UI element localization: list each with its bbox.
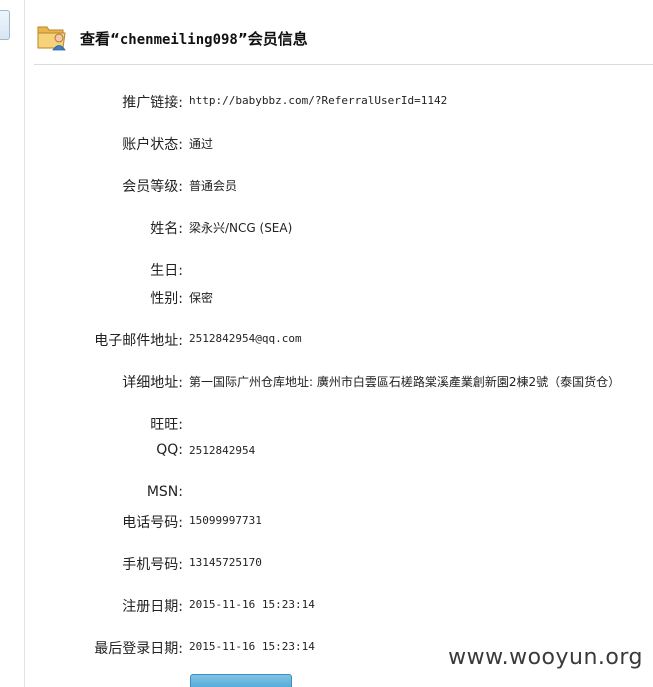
field-value: 保密 <box>189 291 214 305</box>
field-row: QQ: 2512842954 <box>0 442 653 462</box>
field-row: 详细地址: 第一国际广州仓库地址: 廣州市白雲區石槎路棠溪產業創新園2棟2號（泰国… <box>0 372 653 392</box>
field-label: 最后登录日期: <box>94 641 183 657</box>
folder-user-icon <box>36 21 68 51</box>
member-info-page: 查看“chenmeiling098”会员信息 推广链接: http://babyb… <box>0 0 653 687</box>
field-label: 详细地址: <box>122 375 183 391</box>
field-value: http://babybbz.com/?ReferralUserId=1142 <box>189 94 448 107</box>
title-prefix: 查看“ <box>80 30 120 48</box>
field-value: 2015-11-16 15:23:14 <box>189 640 315 653</box>
submit-button[interactable] <box>190 674 292 687</box>
field-label: MSN: <box>146 484 183 500</box>
field-label: 电话号码: <box>122 515 183 531</box>
title-suffix: ”会员信息 <box>237 30 308 48</box>
title-username: chenmeiling098 <box>119 32 238 48</box>
field-row: 推广链接: http://babybbz.com/?ReferralUserId=… <box>0 92 653 112</box>
field-value: 普通会员 <box>189 179 238 193</box>
field-row: 电子邮件地址: 2512842954@qq.com <box>0 330 653 350</box>
field-label: 生日: <box>150 263 183 279</box>
field-value: 2015-11-16 15:23:14 <box>189 598 315 611</box>
field-row: 手机号码: 13145725170 <box>0 554 653 574</box>
field-row: 账户状态: 通过 <box>0 134 653 154</box>
field-label: 手机号码: <box>122 557 183 573</box>
side-collapse-tab[interactable] <box>0 10 10 40</box>
page-title: 查看“chenmeiling098”会员信息 <box>80 28 308 49</box>
watermark: www.wooyun.org <box>448 645 643 670</box>
field-label: 电子邮件地址: <box>94 333 183 349</box>
field-value: 2512842954@qq.com <box>189 332 302 345</box>
field-label: 旺旺: <box>150 417 183 433</box>
field-value: 梁永兴/NCG (SEA) <box>189 221 293 235</box>
field-value: 通过 <box>189 137 214 151</box>
field-row: 旺旺: <box>0 414 653 434</box>
field-row: 性别: 保密 <box>0 288 653 308</box>
field-value: 13145725170 <box>189 556 262 569</box>
field-row: 注册日期: 2015-11-16 15:23:14 <box>0 596 653 616</box>
field-label: 姓名: <box>150 221 183 237</box>
field-label: 注册日期: <box>122 599 183 615</box>
field-label: 性别: <box>150 291 183 307</box>
field-value: 2512842954 <box>189 444 256 457</box>
field-row: 会员等级: 普通会员 <box>0 176 653 196</box>
field-label: 会员等级: <box>122 179 183 195</box>
page-header: 查看“chenmeiling098”会员信息 <box>34 18 653 65</box>
field-row: MSN: <box>0 484 653 504</box>
field-value: 15099997731 <box>189 514 262 527</box>
field-row: 电话号码: 15099997731 <box>0 512 653 532</box>
field-value: 第一国际广州仓库地址: 廣州市白雲區石槎路棠溪產業創新園2棟2號（泰国货仓） <box>189 375 621 389</box>
field-row: 姓名: 梁永兴/NCG (SEA) <box>0 218 653 238</box>
field-row: 生日: <box>0 260 653 280</box>
field-label: 账户状态: <box>122 137 183 153</box>
field-label: 推广链接: <box>122 95 183 111</box>
field-label: QQ: <box>156 442 183 458</box>
